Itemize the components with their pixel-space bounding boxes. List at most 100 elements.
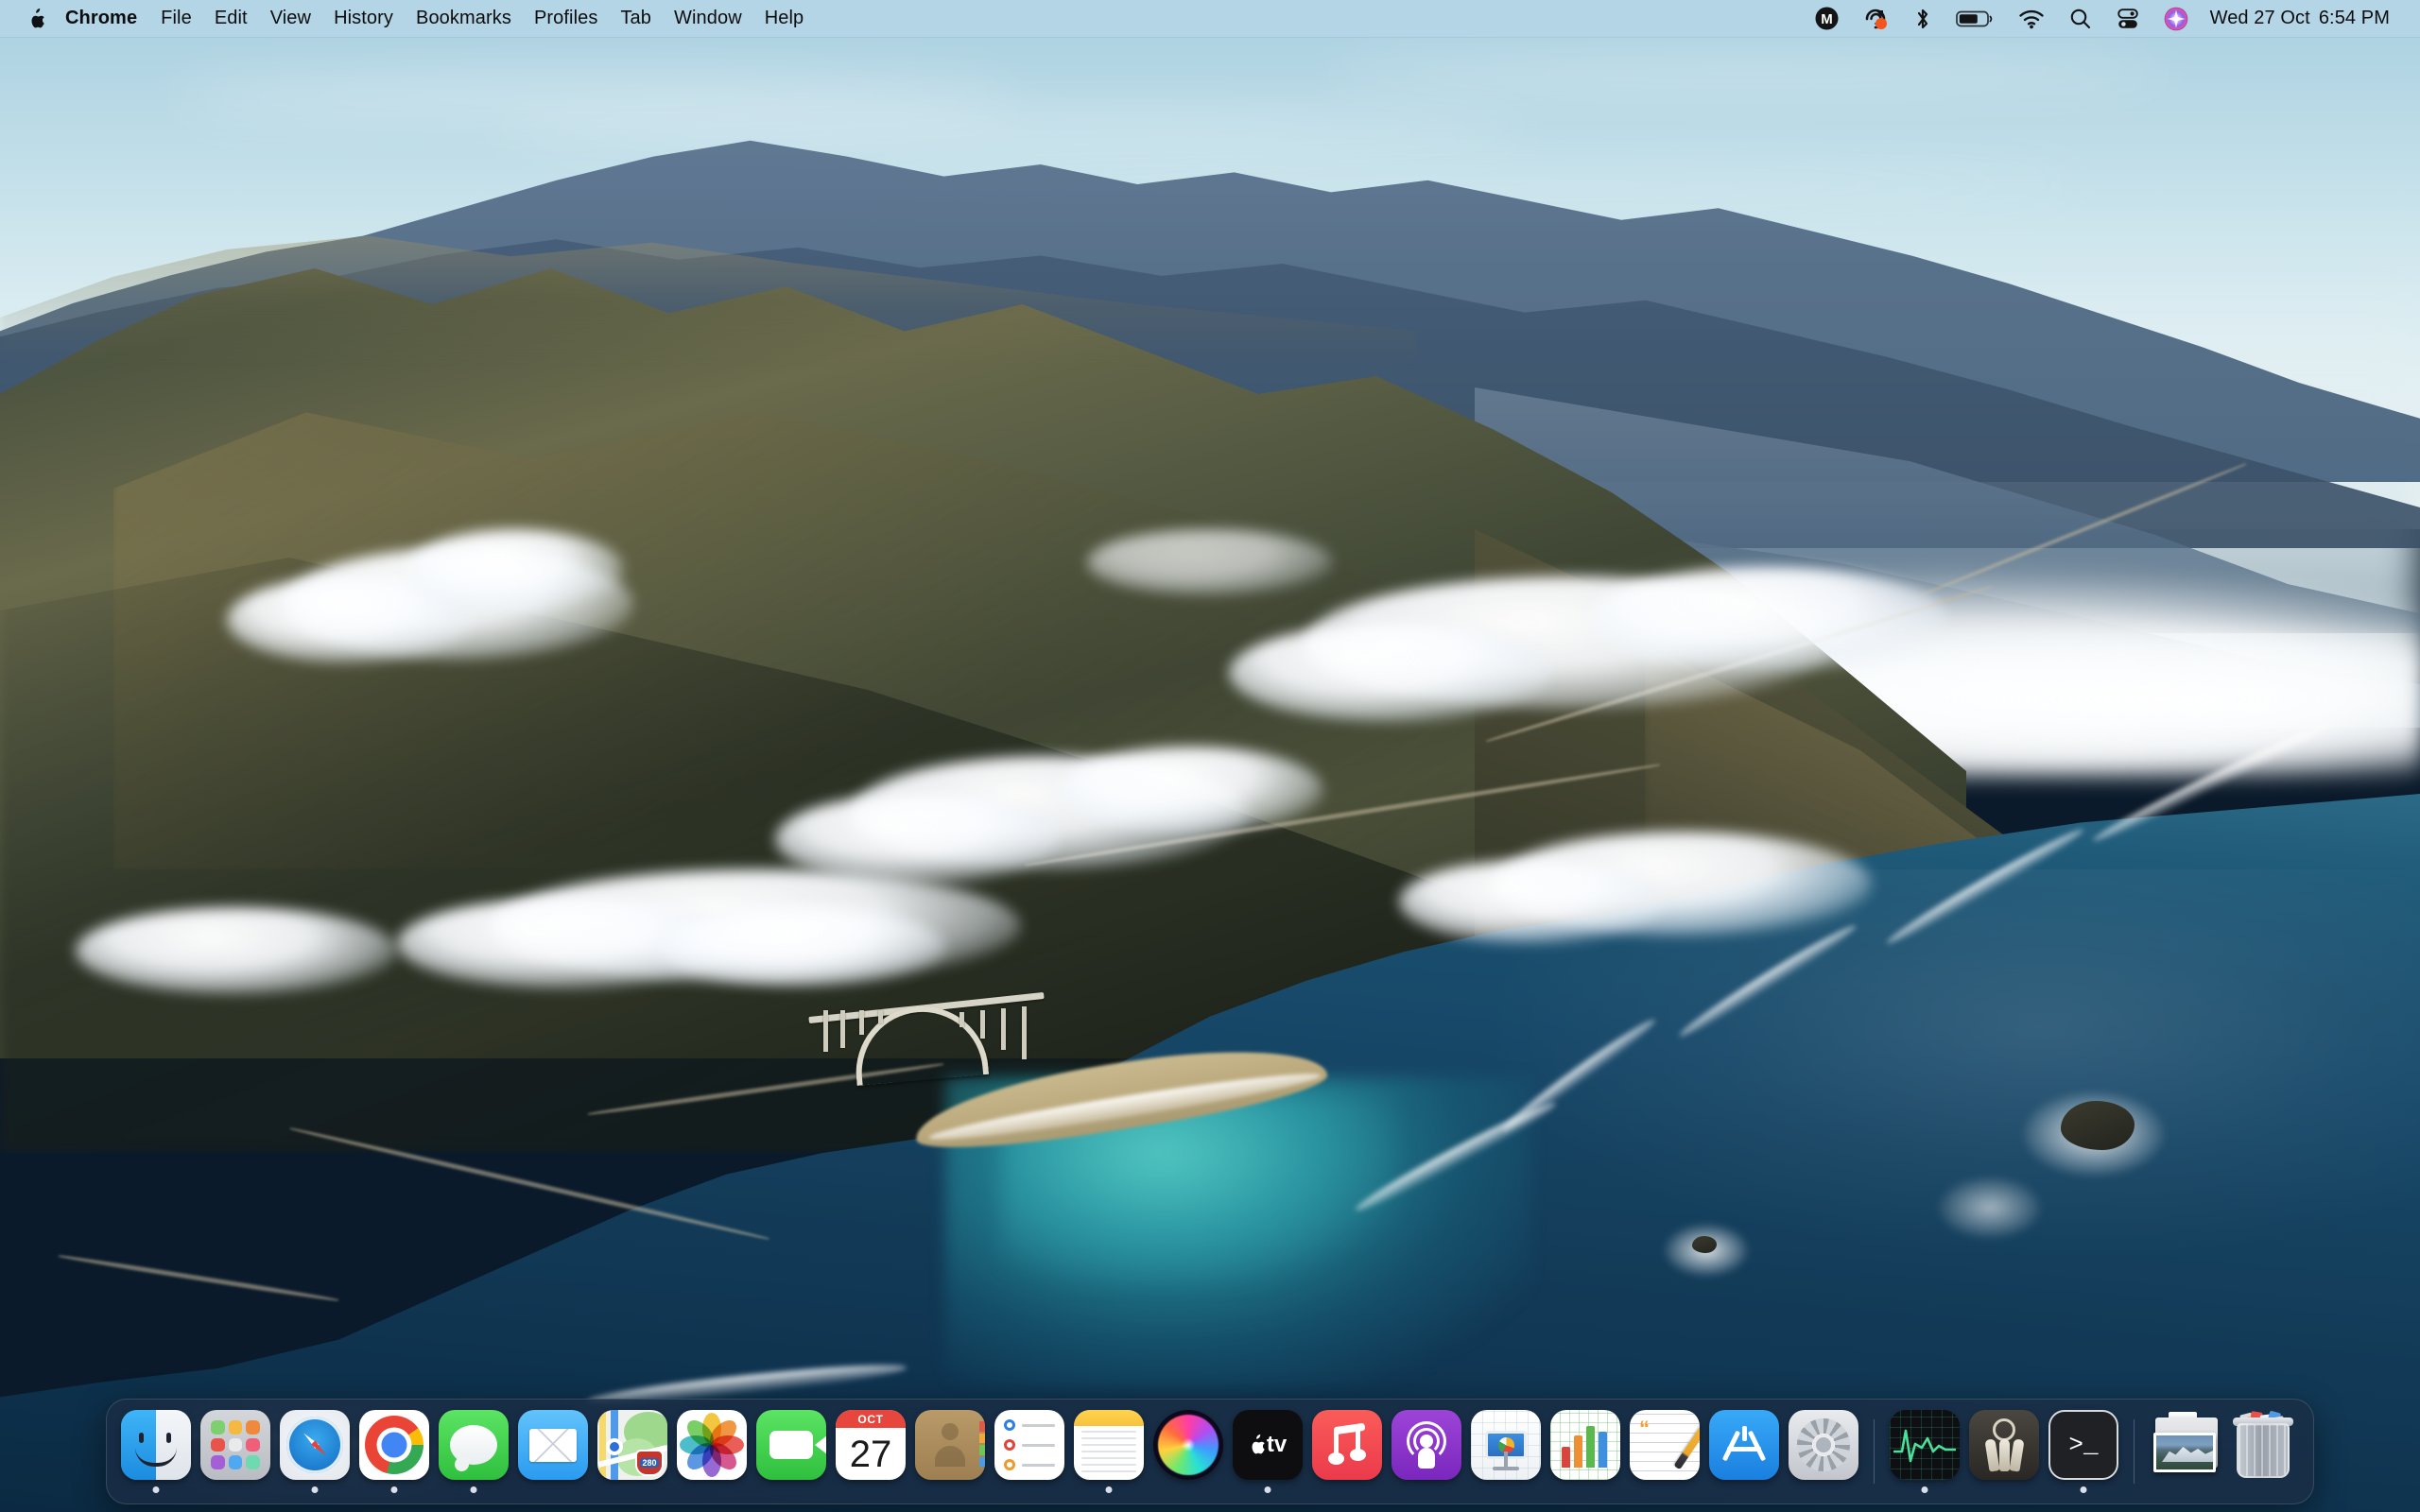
svg-text:M: M	[1821, 11, 1833, 27]
running-indicator	[1105, 1486, 1113, 1493]
spotlight-search-icon[interactable]	[2057, 0, 2104, 37]
activity-monitor-icon	[1890, 1410, 1960, 1480]
dock-item-calendar[interactable]: OCT 27	[831, 1404, 910, 1499]
clock-date: Wed 27 Oct	[2209, 8, 2310, 28]
menu-item-window[interactable]: Window	[663, 0, 753, 37]
running-indicator	[152, 1486, 160, 1493]
chrome-icon	[359, 1410, 429, 1480]
dock-item-notes[interactable]	[1069, 1404, 1149, 1499]
dock: 280 OCT 27 tv “ >_	[106, 1399, 2314, 1504]
control-center-icon[interactable]	[2104, 0, 2152, 37]
dock-item-mail[interactable]	[513, 1404, 593, 1499]
dock-item-launchpad[interactable]	[196, 1404, 275, 1499]
running-indicator	[1264, 1486, 1271, 1493]
calendar-day: 27	[849, 1433, 892, 1475]
pages-icon: “	[1630, 1410, 1700, 1480]
wallpaper	[0, 0, 2420, 1512]
running-indicator	[390, 1486, 398, 1493]
dock-item-activity-monitor[interactable]	[1885, 1404, 1964, 1499]
dock-item-appletv[interactable]: tv	[1228, 1404, 1307, 1499]
dock-item-pages[interactable]: “	[1625, 1404, 1704, 1499]
ekg-line-icon	[1893, 1429, 1956, 1463]
apple-menu-icon[interactable]	[21, 0, 53, 37]
dock-item-system-preferences[interactable]	[1784, 1404, 1863, 1499]
dock-item-chrome[interactable]	[354, 1404, 434, 1499]
battery-icon[interactable]	[1944, 0, 2006, 37]
terminal-prompt-glyph: >_	[2068, 1431, 2099, 1459]
menu-item-edit[interactable]: Edit	[203, 0, 259, 37]
dock-item-podcasts[interactable]	[1387, 1404, 1466, 1499]
terminal-icon: >_	[2048, 1410, 2118, 1480]
dock-separator-2	[2134, 1419, 2135, 1484]
numbers-icon	[1550, 1410, 1620, 1480]
appstore-icon	[1709, 1410, 1779, 1480]
bixby-bridge	[808, 988, 1049, 1110]
downloads-stack-icon	[2150, 1410, 2220, 1480]
apple-logo-icon	[31, 8, 45, 27]
dock-item-downloads-stack[interactable]	[2145, 1404, 2224, 1499]
dock-item-music[interactable]	[1307, 1404, 1387, 1499]
desktop: Chrome File Edit View History Bookmarks …	[0, 0, 2420, 1512]
keynote-icon	[1471, 1410, 1541, 1480]
siri-dock-icon	[1153, 1410, 1223, 1480]
appletv-label: tv	[1266, 1432, 1288, 1457]
dock-item-contacts[interactable]	[910, 1404, 990, 1499]
keychain-access-icon	[1969, 1410, 2039, 1480]
menu-item-view[interactable]: View	[259, 0, 322, 37]
facetime-icon	[756, 1410, 826, 1480]
running-indicator	[1921, 1486, 1928, 1493]
dock-item-keychain-access[interactable]	[1964, 1404, 2044, 1499]
dock-item-photos[interactable]	[672, 1404, 752, 1499]
dock-item-numbers[interactable]	[1546, 1404, 1625, 1499]
calendar-icon: OCT 27	[836, 1410, 906, 1480]
bluetooth-icon[interactable]	[1902, 0, 1944, 37]
menu-bar-status-area: M Wed 27 Oct 6:54 PM	[1803, 0, 2420, 37]
dock-item-maps[interactable]: 280	[593, 1404, 672, 1499]
siri-icon[interactable]	[2152, 0, 2201, 37]
sea-rock	[1692, 1236, 1717, 1253]
mega-m-icon[interactable]: M	[1803, 0, 1851, 37]
dock-item-reminders[interactable]	[990, 1404, 1069, 1499]
messages-icon	[439, 1410, 509, 1480]
menu-item-chrome[interactable]: Chrome	[53, 0, 149, 37]
dock-item-keynote[interactable]	[1466, 1404, 1546, 1499]
safari-icon	[280, 1410, 350, 1480]
mail-icon	[518, 1410, 588, 1480]
contacts-icon	[915, 1410, 985, 1480]
menu-bar-left: Chrome File Edit View History Bookmarks …	[0, 0, 815, 37]
running-indicator	[311, 1486, 319, 1493]
menu-item-help[interactable]: Help	[753, 0, 816, 37]
dock-item-finder[interactable]	[116, 1404, 196, 1499]
dock-item-messages[interactable]	[434, 1404, 513, 1499]
menu-item-history[interactable]: History	[322, 0, 405, 37]
photos-icon	[677, 1410, 747, 1480]
menu-item-file[interactable]: File	[149, 0, 203, 37]
finder-icon	[121, 1410, 191, 1480]
menu-bar-clock[interactable]: Wed 27 Oct 6:54 PM	[2201, 8, 2395, 29]
maps-icon: 280	[597, 1410, 667, 1480]
notes-icon	[1074, 1410, 1144, 1480]
running-indicator	[470, 1486, 477, 1493]
appletv-icon: tv	[1233, 1410, 1303, 1480]
dock-item-terminal[interactable]: >_	[2044, 1404, 2123, 1499]
apple-glyph-icon	[1252, 1435, 1266, 1454]
screen-recording-icon[interactable]	[1851, 0, 1902, 37]
menu-item-profiles[interactable]: Profiles	[523, 0, 610, 37]
dock-item-trash[interactable]	[2224, 1404, 2304, 1499]
dock-item-appstore[interactable]	[1704, 1404, 1784, 1499]
menu-bar: Chrome File Edit View History Bookmarks …	[0, 0, 2420, 37]
wifi-icon[interactable]	[2006, 0, 2057, 37]
clock-time: 6:54 PM	[2318, 8, 2390, 28]
running-indicator	[2080, 1486, 2087, 1493]
menu-item-tab[interactable]: Tab	[609, 0, 663, 37]
dock-item-facetime[interactable]	[752, 1404, 831, 1499]
trash-icon	[2229, 1410, 2299, 1480]
reminders-icon	[994, 1410, 1064, 1480]
dock-item-siri[interactable]	[1149, 1404, 1228, 1499]
music-icon	[1312, 1410, 1382, 1480]
menu-item-bookmarks[interactable]: Bookmarks	[405, 0, 523, 37]
maps-route-shield-label: 280	[640, 1458, 659, 1468]
dock-item-safari[interactable]	[275, 1404, 354, 1499]
dock-separator-1	[1874, 1419, 1875, 1484]
launchpad-icon	[200, 1410, 270, 1480]
